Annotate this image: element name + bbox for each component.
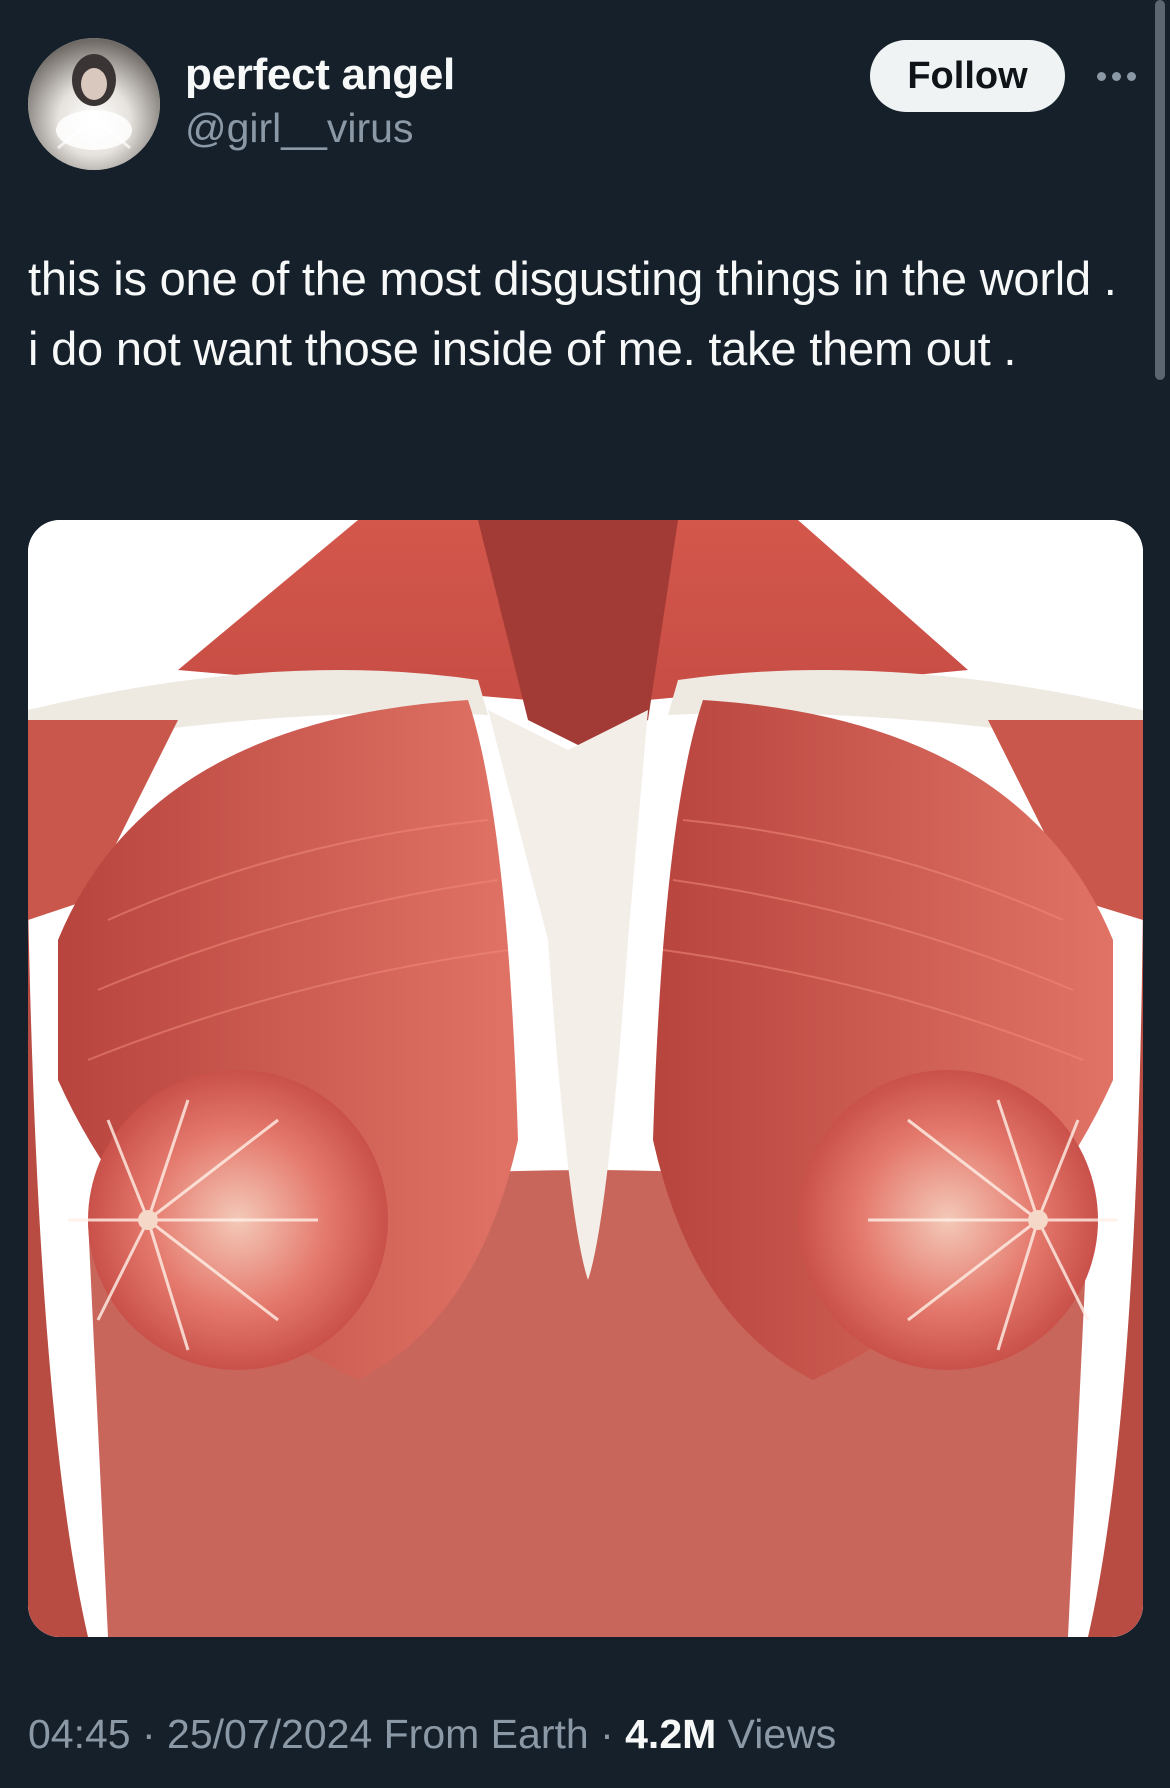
tweet-text: this is one of the most disgusting thing…	[28, 252, 1117, 375]
handle[interactable]: @girl__virus	[185, 102, 455, 154]
follow-button[interactable]: Follow	[870, 40, 1065, 112]
tweet-header: perfect angel @girl__virus Follow	[28, 38, 1142, 172]
avatar-image	[28, 38, 160, 170]
tweet-meta: 04:45 · 25/07/2024 From Earth · 4.2M Vie…	[28, 1706, 836, 1762]
display-name[interactable]: perfect angel	[185, 48, 455, 102]
views-label: Views	[716, 1711, 837, 1757]
tweet-page: perfect angel @girl__virus Follow this i…	[0, 0, 1170, 1788]
meta-separator: ·	[130, 1711, 168, 1757]
avatar[interactable]	[28, 38, 160, 170]
tweet-source: From Earth	[372, 1711, 589, 1757]
more-horizontal-icon[interactable]	[1090, 58, 1142, 94]
tweet-time[interactable]: 04:45	[28, 1711, 131, 1757]
views-count: 4.2M	[625, 1711, 717, 1757]
author-names: perfect angel @girl__virus	[185, 48, 455, 154]
tweet-media[interactable]	[28, 520, 1143, 1637]
meta-separator: ·	[588, 1711, 626, 1757]
scrollbar[interactable]	[1155, 0, 1165, 380]
tweet-date[interactable]: 25/07/2024	[167, 1711, 372, 1757]
anatomy-illustration	[28, 520, 1143, 1637]
